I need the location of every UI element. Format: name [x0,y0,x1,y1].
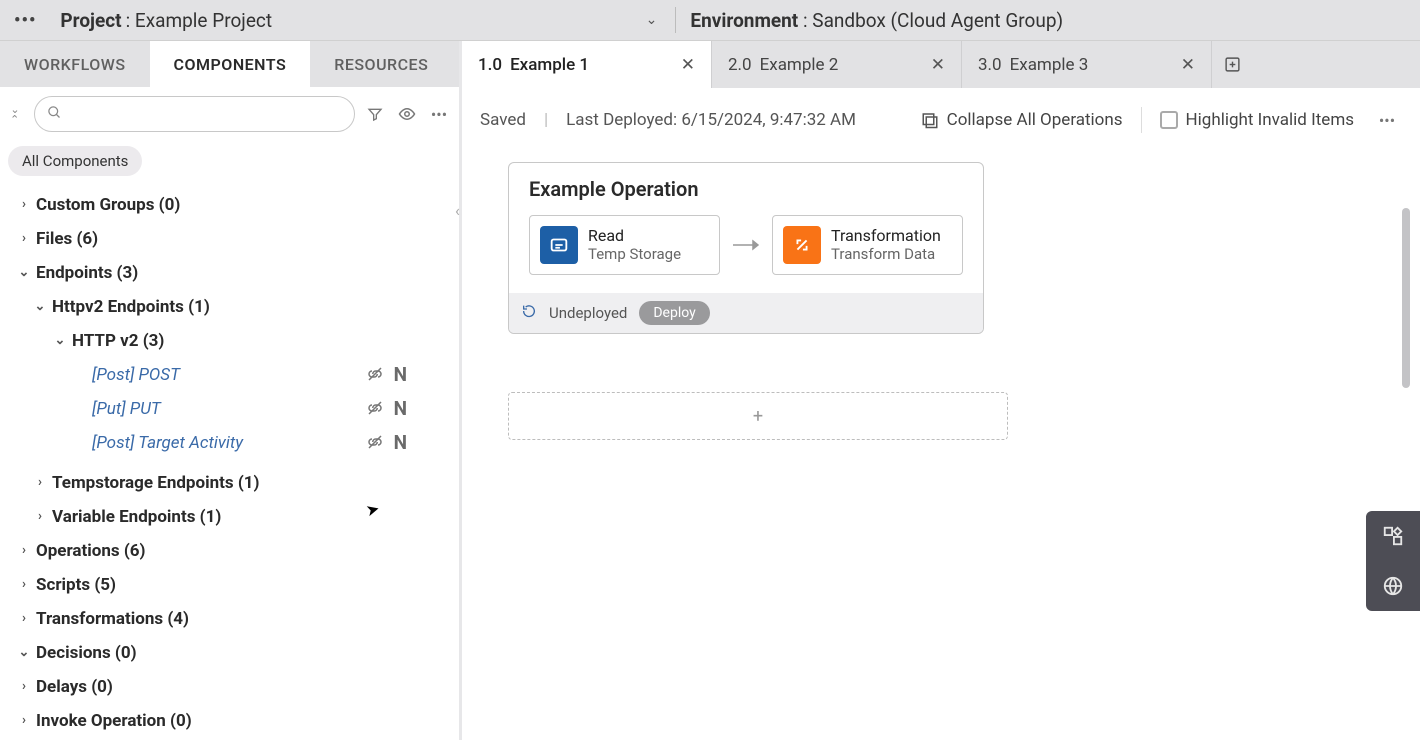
content: 1.0Example 1 ✕ 2.0Example 2 ✕ 3.0Example… [462,41,1420,740]
transform-icon [783,226,821,264]
search-input-wrap[interactable] [34,96,355,132]
highlight-invalid-toggle[interactable]: Highlight Invalid Items [1160,110,1354,130]
filter-icon[interactable] [363,106,387,122]
tree-leaf-post[interactable]: [Post] POST N [16,358,449,392]
environment-label: Environment [690,9,798,32]
search-input[interactable] [70,105,342,123]
tree-transformations[interactable]: ›Transformations (4) [16,602,449,636]
n-badge: N [394,431,407,454]
add-operation-dropzone[interactable]: + [508,392,1008,440]
tree-scripts[interactable]: ›Scripts (5) [16,568,449,602]
canvas-tab-2[interactable]: 2.0Example 2 ✕ [712,41,962,88]
component-tree: ›Custom Groups (0) ›Files (6) ⌄Endpoints… [0,186,459,740]
sidebar-toolbar: ⌄⌄ ••• [0,87,459,141]
last-deployed: Last Deployed: 6/15/2024, 9:47:32 AM [566,110,856,130]
tree-delays[interactable]: ›Delays (0) [16,670,449,704]
n-badge: N [394,397,407,420]
collapse-expand-toggle[interactable]: ⌄⌄ [4,106,26,122]
tree-invoke-operation[interactable]: ›Invoke Operation (0) [16,704,449,738]
menu-ellipsis-icon[interactable]: ••• [0,10,50,31]
close-icon[interactable]: ✕ [1181,55,1195,75]
storage-icon [540,226,578,264]
canvas-action-bar: Saved | Last Deployed: 6/15/2024, 9:47:3… [462,88,1420,152]
tree-leaf-put[interactable]: [Put] PUT N [16,392,449,426]
unlink-icon [366,365,384,387]
tree-operations[interactable]: ›Operations (6) [16,534,449,568]
project-selector[interactable]: Project : Example Project ⌄ [50,9,675,32]
canvas-tab-3[interactable]: 3.0Example 3 ✕ [962,41,1212,88]
project-label: Project [60,9,121,32]
unlink-icon [366,399,384,421]
deploy-status-text: Undeployed [549,304,627,322]
more-icon[interactable]: ••• [1372,111,1402,130]
activity-transformation[interactable]: Transformation Transform Data [772,215,963,275]
unlink-icon [366,433,384,455]
tree-files[interactable]: ›Files (6) [16,222,449,256]
project-name: : Example Project [126,9,272,32]
sidebar-tabs: WORKFLOWS COMPONENTS RESOURCES [0,41,459,87]
separator [1141,107,1142,133]
chevron-down-icon[interactable]: ⌄ [646,12,658,28]
components-panel-icon[interactable] [1366,511,1420,561]
workflow-canvas: Example Operation Read Temp Storage [462,152,1420,740]
tree-decisions[interactable]: ⌄Decisions (0) [16,636,449,670]
add-tab-button[interactable] [1212,41,1252,88]
right-rail [1366,511,1420,611]
tree-httpv2-endpoints[interactable]: ⌄Httpv2 Endpoints (1) [16,290,449,324]
checkbox-icon[interactable] [1160,111,1178,129]
deploy-button[interactable]: Deploy [639,301,709,325]
saved-status: Saved [480,110,526,130]
close-icon[interactable]: ✕ [931,55,945,75]
tree-custom-groups[interactable]: ›Custom Groups (0) [16,188,449,222]
tab-resources[interactable]: RESOURCES [310,41,452,87]
close-icon[interactable]: ✕ [681,55,695,75]
tab-components[interactable]: COMPONENTS [150,41,311,87]
activity-read[interactable]: Read Temp Storage [529,215,720,275]
collapse-all-button[interactable]: Collapse All Operations [921,110,1123,130]
tree-http-v2[interactable]: ⌄HTTP v2 (3) [16,324,449,358]
environment-name: : Sandbox (Cloud Agent Group) [803,9,1063,32]
environment-display: Environment : Sandbox (Cloud Agent Group… [676,9,1063,32]
canvas-tab-bar: 1.0Example 1 ✕ 2.0Example 2 ✕ 3.0Example… [462,41,1420,88]
tree-endpoints[interactable]: ⌄Endpoints (3) [16,256,449,290]
sidebar: WORKFLOWS COMPONENTS RESOURCES ⌄⌄ ••• [0,41,459,740]
plus-icon: + [753,406,763,427]
search-icon [47,105,62,124]
globe-panel-icon[interactable] [1366,561,1420,611]
canvas-tab-1[interactable]: 1.0Example 1 ✕ [462,41,712,88]
arrow-icon [732,238,760,252]
deploy-status-icon [521,303,537,323]
eye-icon[interactable] [395,105,419,123]
tree-tempstorage-endpoints[interactable]: ›Tempstorage Endpoints (1) [16,466,449,500]
operation-title: Example Operation [509,163,983,207]
tab-workflows[interactable]: WORKFLOWS [0,41,150,87]
n-badge: N [394,363,407,386]
filter-chip-row: All Components [0,142,459,186]
app-header: ••• Project : Example Project ⌄ Environm… [0,0,1420,41]
tree-leaf-target-activity[interactable]: [Post] Target Activity N [16,426,449,460]
operation-card[interactable]: Example Operation Read Temp Storage [508,162,984,334]
tree-variable-endpoints[interactable]: ›Variable Endpoints (1) [16,500,449,534]
scrollbar[interactable] [1402,208,1410,388]
more-icon[interactable]: ••• [427,105,451,124]
chip-all-components[interactable]: All Components [8,146,142,176]
